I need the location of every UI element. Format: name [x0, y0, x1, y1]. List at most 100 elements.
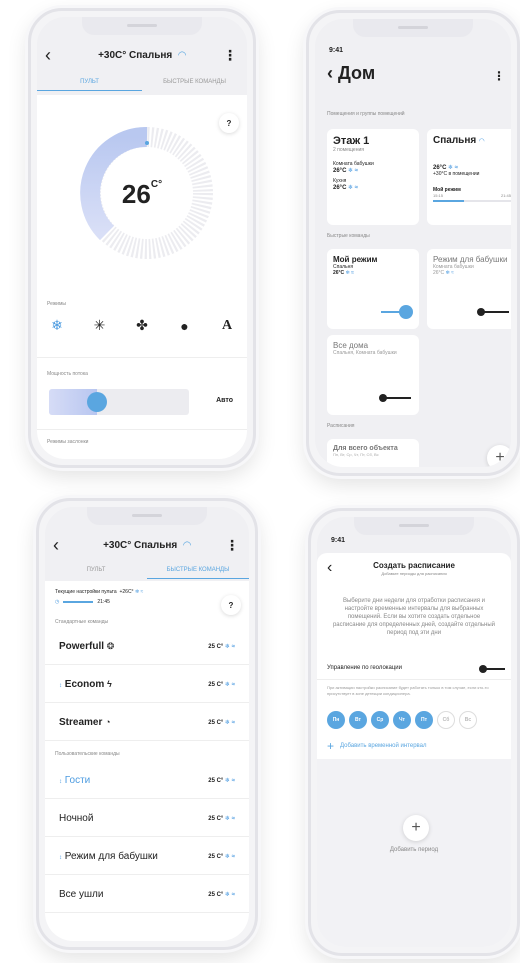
fan-mode-icon[interactable]: ✤	[132, 317, 152, 334]
bedroom-progress	[433, 200, 511, 202]
add-interval-button[interactable]: + Добавить временной интервал	[327, 739, 426, 753]
back-icon[interactable]: ‹	[53, 535, 59, 556]
sheet-title: Создать расписание	[373, 561, 455, 570]
command-name: ↕ Режим для бабушки	[59, 851, 158, 862]
geo-toggle[interactable]	[479, 665, 505, 673]
more-icon[interactable]: ⋮	[493, 69, 505, 83]
granny-toggle[interactable]	[477, 308, 509, 316]
command-row[interactable]: Ночной 25 C° ❄ ≈	[45, 801, 249, 837]
command-name: ↕ Econom ϟ	[59, 679, 112, 690]
modes-label: Режимы	[47, 301, 67, 307]
add-period-icon[interactable]: +	[403, 815, 429, 841]
cool-mode-icon[interactable]: ❄	[47, 317, 67, 334]
phone-quick-commands-screen: ‹ +30C° Спальня ◠ ⋮ ПУЛЬТ БЫСТРЫЕ КОМАНД…	[36, 498, 258, 950]
more-icon[interactable]: ⋮	[225, 537, 239, 554]
dry-mode-icon[interactable]: ●	[175, 318, 195, 334]
day-fri[interactable]: Пт	[415, 711, 433, 729]
auto-mode-icon[interactable]: A	[217, 318, 237, 334]
flaps-label: Режимы заслонки	[47, 439, 89, 445]
back-icon[interactable]: ‹	[45, 45, 51, 66]
command-row[interactable]: Все ушли 25 C° ❄ ≈	[45, 877, 249, 913]
tab-remote[interactable]: ПУЛЬТ	[45, 561, 147, 579]
tab-quick-commands[interactable]: БЫСТРЫЕ КОМАНДЫ	[147, 561, 249, 579]
screen: ‹ +30C° Спальня ◠ ⋮ ПУЛЬТ БЫСТРЫЕ КОМАНД…	[45, 507, 249, 941]
help-button[interactable]: ?	[221, 595, 241, 615]
bedroom-card[interactable]: Спальня ◠ 26°C ❄ ≈ +30°C в помещении Мой…	[427, 129, 511, 225]
all-home-card[interactable]: Все дома Спальня, Комната бабушки	[327, 335, 419, 415]
schedule-sheet: ‹ Создать расписание Добавьте периоды дл…	[317, 553, 511, 947]
bedroom-times: 15:15 21:45	[433, 193, 511, 198]
status-time: 9:41	[331, 537, 346, 544]
my-mode-toggle[interactable]	[381, 305, 413, 319]
granny-title: Режим для бабушки	[433, 255, 508, 264]
sheet-subtitle: Добавьте периоды для расписания	[381, 571, 447, 576]
add-icon[interactable]: +	[487, 445, 511, 467]
rooms-section[interactable]: Помещения и группы помещений	[327, 111, 405, 117]
granny-mode-card[interactable]: Режим для бабушки Комната бабушки 26°C ❄…	[427, 249, 511, 329]
day-thu[interactable]: Чт	[393, 711, 411, 729]
remote-panel: ? 26C° Режимы ❄ ✳ ✤ ● A Мощность потока …	[37, 95, 247, 459]
quick-section[interactable]: Быстрые команды	[327, 233, 370, 239]
bedroom-temp: 26°C ❄ ≈	[433, 165, 459, 171]
page-title: ‹ Дом	[327, 63, 375, 84]
my-mode-title: Мой режим	[333, 255, 378, 264]
flow-auto[interactable]: Авто	[216, 397, 233, 404]
command-name: Все ушли	[59, 889, 104, 900]
status-time: 9:41	[329, 47, 344, 54]
schedule-card[interactable]: Для всего объекта Пн, Вт, Ср, Чт, Пт, Сб…	[327, 439, 419, 467]
all-home-rooms: Спальня, Комната бабушки	[333, 350, 397, 356]
day-wed[interactable]: Ср	[371, 711, 389, 729]
day-sun[interactable]: Вс	[459, 711, 477, 729]
granny-temp: 26°C ❄ ≈	[433, 270, 454, 276]
all-home-toggle[interactable]	[379, 394, 411, 402]
phone-home-screen: 9:41 ‹ Дом ⋮ Помещения и группы помещени…	[306, 10, 520, 476]
floor-card[interactable]: Этаж 1 2 помещения Комната бабушки 26°C …	[327, 129, 419, 225]
schedule-section[interactable]: Расписания	[327, 423, 355, 429]
all-home-title: Все дома	[333, 341, 369, 350]
command-name: Ночной	[59, 813, 94, 824]
tab-quick-commands[interactable]: БЫСТРЫЕ КОМАНДЫ	[142, 73, 247, 91]
clock-icon: ◷	[55, 599, 60, 605]
command-row[interactable]: ↕ Гости 25 C° ❄ ≈	[45, 763, 249, 799]
wifi-icon: ◠	[178, 49, 186, 61]
modes-row: ❄ ✳ ✤ ● A	[47, 317, 237, 334]
custom-label: Пользовательские команды	[55, 751, 120, 757]
floor-sub: 2 помещения	[333, 147, 364, 153]
current-timeline: ◷ 21:45	[55, 599, 110, 605]
flow-label: Мощность потока	[47, 371, 88, 377]
day-sat[interactable]: Сб	[437, 711, 455, 729]
tabs: ПУЛЬТ БЫСТРЫЕ КОМАНДЫ	[45, 561, 249, 579]
quick-commands-panel: Текущие настройки пульта +26C° ❄ ≈ ◷ 21:…	[45, 581, 249, 941]
room-temp: 26°C ❄ ≈	[333, 185, 359, 191]
command-row[interactable]: ↕ Режим для бабушки 25 C° ❄ ≈	[45, 839, 249, 875]
notch	[82, 17, 202, 35]
temperature-value: 26	[121, 179, 151, 209]
periods-area: + Добавить период	[317, 759, 511, 947]
schedule-days: Пн, Вт, Ср, Чт, Пт, Сб, Вс	[333, 452, 379, 457]
title-text: Дом	[338, 63, 376, 83]
my-mode-card[interactable]: Мой режим Спальня 26°C ❄ ≈	[327, 249, 419, 329]
command-value: 25 C° ❄ ≈	[208, 682, 235, 688]
command-row[interactable]: Streamer ◔ 25 C° ❄ ≈	[45, 705, 249, 741]
command-value: 25 C° ❄ ≈	[208, 644, 235, 650]
day-mon[interactable]: Пн	[327, 711, 345, 729]
divider	[37, 429, 247, 430]
help-button[interactable]: ?	[219, 113, 239, 133]
notch	[87, 507, 207, 525]
command-row[interactable]: Powerfull ❂ 25 C° ❄ ≈	[45, 629, 249, 665]
current-settings: Текущие настройки пульта +26C° ❄ ≈	[55, 589, 144, 595]
header-title: +30C° Спальня	[103, 539, 178, 551]
day-tue[interactable]: Вт	[349, 711, 367, 729]
flow-handle[interactable]	[87, 392, 107, 412]
divider	[317, 679, 511, 680]
command-value: 25 C° ❄ ≈	[208, 892, 235, 898]
heat-mode-icon[interactable]: ✳	[90, 317, 110, 334]
geo-label: Управление по геолокации	[327, 665, 403, 671]
add-period-label[interactable]: Добавить период	[317, 847, 511, 853]
command-row[interactable]: ↕ Econom ϟ 25 C° ❄ ≈	[45, 667, 249, 703]
back-icon[interactable]: ‹	[327, 63, 333, 83]
more-icon[interactable]: ⋮	[223, 47, 237, 64]
flow-slider[interactable]	[49, 389, 189, 415]
tab-remote[interactable]: ПУЛЬТ	[37, 73, 142, 91]
wifi-icon: ◠	[183, 539, 191, 551]
